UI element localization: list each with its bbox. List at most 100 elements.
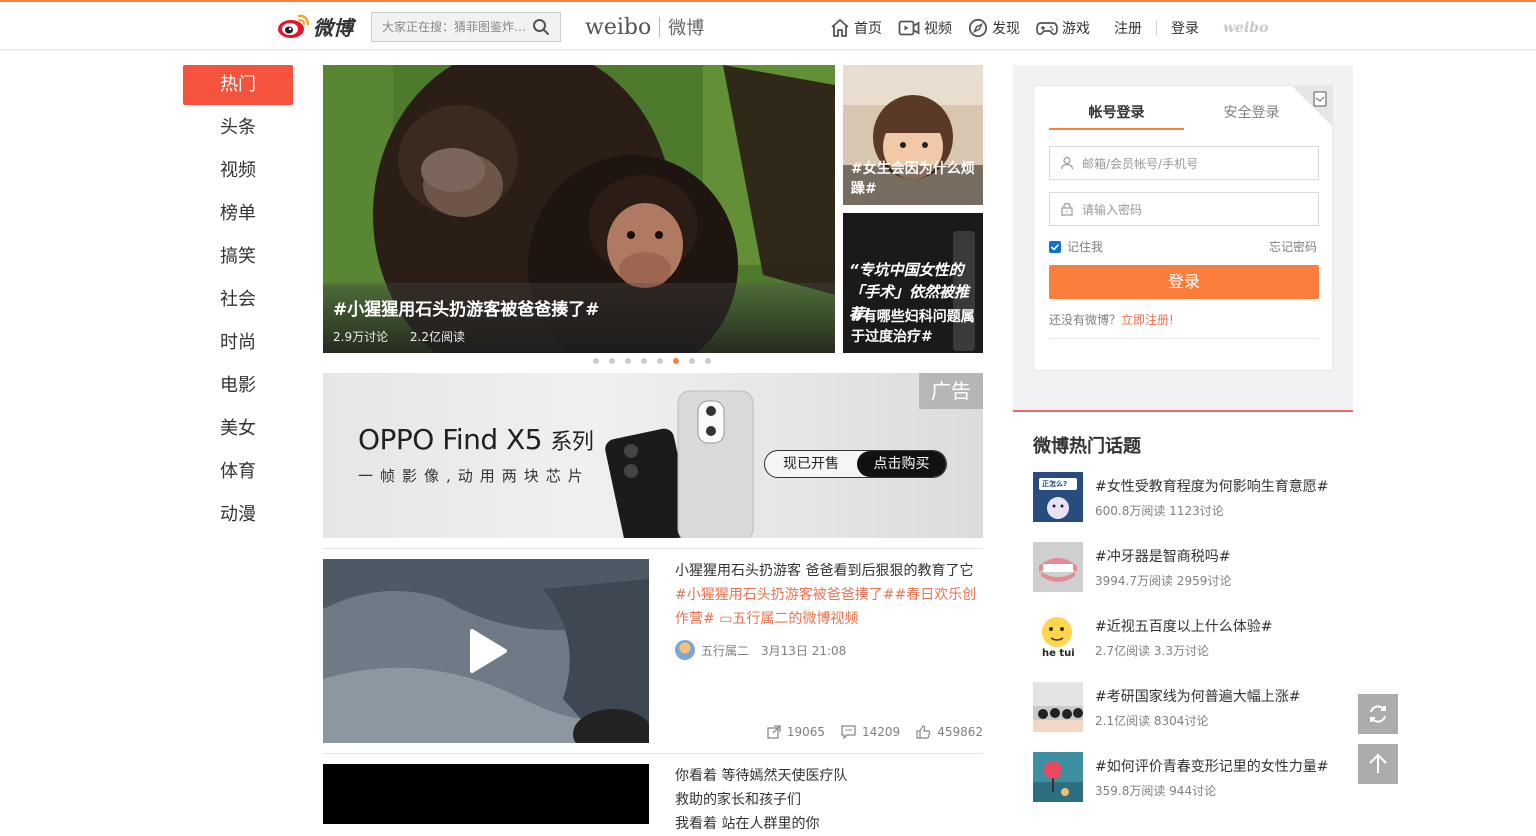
feed-video-thumb[interactable] [323,559,649,743]
carousel-dot[interactable] [705,358,711,364]
hero-slide[interactable]: #小猩猩用石头扔游客被爸爸揍了# 2.9万讨论 2.2亿阅读 [323,65,835,353]
avatar[interactable] [675,640,695,660]
comment-button[interactable]: 14209 [841,725,900,739]
feed-divider [323,548,983,549]
remember-label: 记住我 [1067,240,1104,254]
carousel-dot[interactable] [609,358,615,364]
password-field[interactable]: 请输入密码 [1049,192,1319,226]
menu-item-rankings[interactable]: 榜单 [183,194,293,234]
menu-item-headlines[interactable]: 头条 [183,108,293,148]
register-prompt: 还没有微博？立即注册! [1049,311,1319,339]
side-slide-2[interactable]: “专坑中国女性的「手术」依然被推荐! #有哪些妇科问题属于过度治疗# [843,213,983,353]
like-button[interactable]: 459862 [916,725,983,739]
carousel-dot[interactable] [641,358,647,364]
hot-topic-item[interactable]: #考研国家线为何普遍大幅上涨# 2.1亿阅读 8304讨论 [1033,682,1333,732]
nav-discover-label: 发现 [992,21,1020,37]
menu-item-fashion[interactable]: 时尚 [183,323,293,363]
nav-home-label: 首页 [854,21,882,37]
repost-count: 19065 [786,725,825,739]
hot-topic-thumb[interactable] [1033,542,1083,592]
hot-topic-thumb[interactable]: 正怎么? [1033,472,1083,522]
hot-topic-name[interactable]: #冲牙器是智商税吗# [1095,546,1230,566]
ad-on-sale-label: 现已开售 [783,456,839,472]
hot-topic-thumb[interactable] [1033,682,1083,732]
side-slide-1-caption: #女生会因为什么烦躁# [851,161,975,197]
author-name[interactable]: 五行属二 [701,642,749,659]
hero-caption: #小猩猩用石头扔游客被爸爸揍了# 2.9万讨论 2.2亿阅读 [323,283,835,353]
hot-topic-thumb[interactable]: he tui [1033,612,1083,662]
menu-item-beauty[interactable]: 美女 [183,409,293,449]
password-placeholder: 请输入密码 [1082,202,1143,217]
search-input[interactable]: 大家正在搜：猜菲图鉴炸… [372,13,527,41]
hero-title[interactable]: #小猩猩用石头扔游客被爸爸揍了# [333,295,825,320]
hot-topic-item[interactable]: #如何评价青春变形记里的女性力量# 359.8万阅读 944讨论 [1033,752,1333,802]
login-panel: 帐号登录 安全登录 邮箱/会员帐号/手机号 请输入密码 记住我 忘记密码 登录 … [1033,85,1333,371]
top-bar: 微博 大家正在搜：猜菲图鉴炸… weibo 微博 首页 视频 发现 游戏 注册 [0,0,1536,50]
hot-topic-name[interactable]: #考研国家线为何普遍大幅上涨# [1095,686,1300,706]
username-field[interactable]: 邮箱/会员帐号/手机号 [1049,146,1319,180]
brand-cn: 微博 [668,18,705,39]
remember-checkbox[interactable] [1049,240,1061,253]
play-icon[interactable] [468,628,508,674]
carousel-dot[interactable] [657,358,663,364]
ad-cta[interactable]: 现已开售 点击购买 [764,450,947,478]
menu-item-hot[interactable]: 热门 [183,65,293,105]
remember-me[interactable]: 记住我 [1049,238,1103,255]
hot-topic-name[interactable]: #如何评价青春变形记里的女性力量# [1095,756,1328,776]
login-link[interactable]: 登录 [1171,18,1199,38]
repost-icon [767,725,781,739]
nav-game[interactable]: 游戏 [1036,16,1090,40]
ad-series: 系列 [550,430,594,455]
menu-item-movies[interactable]: 电影 [183,366,293,406]
hot-topic-name[interactable]: #女性受教育程度为何影响生育意愿# [1095,476,1328,496]
register-link[interactable]: 注册 [1114,18,1142,38]
thumb-caption: he tui [1042,648,1075,659]
register-now-link[interactable]: 立即注册! [1121,313,1174,327]
hot-topic-name[interactable]: #近视五百度以上什么体验# [1095,616,1272,636]
video-icon [898,20,920,36]
ad-buy-button[interactable]: 点击购买 [857,451,946,477]
nav-home[interactable]: 首页 [830,16,882,40]
tab-account-login[interactable]: 帐号登录 [1049,102,1184,130]
menu-item-sports[interactable]: 体育 [183,452,293,492]
nav-discover[interactable]: 发现 [968,16,1020,40]
menu-item-anime[interactable]: 动漫 [183,495,293,535]
forgot-password-link[interactable]: 忘记密码 [1269,238,1317,255]
carousel-dot[interactable] [593,358,599,364]
carousel-dot[interactable] [689,358,695,364]
lock-icon [1061,202,1073,216]
hot-topic-thumb[interactable] [1033,752,1083,802]
hot-topic-item[interactable]: he tui #近视五百度以上什么体验# 2.7亿阅读 3.3万讨论 [1033,612,1333,662]
side-slide-1[interactable]: #女生会因为什么烦躁# [843,65,983,205]
menu-item-funny[interactable]: 搞笑 [183,237,293,277]
menu-item-video[interactable]: 视频 [183,151,293,191]
carousel-dot[interactable] [625,358,631,364]
weibo-logo[interactable]: 微博 [277,11,357,41]
feed-video-thumb-2[interactable] [323,764,649,824]
feed-video-link[interactable]: 五行属二的微博视频 [732,611,858,627]
user-icon [1060,156,1074,170]
back-to-top-button[interactable] [1358,744,1398,784]
game-icon [1036,22,1058,35]
brand-en: weibo [585,14,652,40]
nav-video[interactable]: 视频 [898,16,952,40]
weibo-eye-icon [277,12,311,40]
refresh-button[interactable] [1358,694,1398,734]
post-time: 3月13日 21:08 [761,643,847,658]
hot-topics-title: 微博热门话题 [1033,436,1141,457]
hot-topic-item[interactable]: #冲牙器是智商税吗# 3994.7万阅读 2959讨论 [1033,542,1333,592]
qr-login-icon[interactable] [1292,86,1332,126]
carousel-dot-active[interactable] [673,358,679,364]
feed-video-icon: ▭ [719,611,733,627]
comment-count: 14209 [862,725,901,739]
feed-divider [323,753,983,754]
ad-banner[interactable]: OPPO Find X5 系列 一帧影像,动用两块芯片 现已开售 点击购买 广告 [323,373,983,538]
menu-item-society[interactable]: 社会 [183,280,293,320]
animation-thumb [1033,752,1083,802]
search-icon[interactable] [527,13,555,41]
hot-topic-item[interactable]: 正怎么? #女性受教育程度为何影响生育意愿# 600.8万阅读 1123讨论 [1033,472,1333,522]
search-box[interactable]: 大家正在搜：猜菲图鉴炸… [371,12,561,42]
refresh-icon [1370,705,1386,723]
login-button[interactable]: 登录 [1049,265,1319,299]
repost-button[interactable]: 19065 [767,725,825,739]
